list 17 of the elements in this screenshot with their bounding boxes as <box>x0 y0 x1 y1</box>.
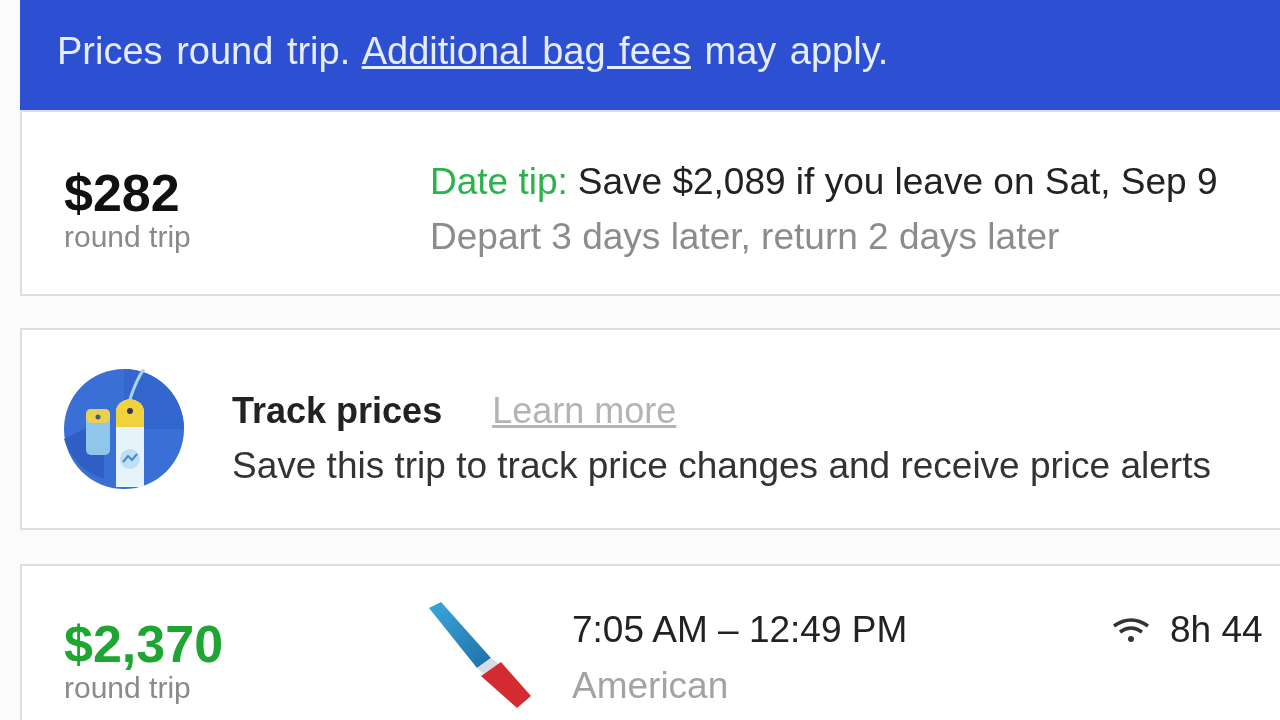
date-tip-detail: Depart 3 days later, return 2 days later <box>430 215 1061 259</box>
price-note: round trip <box>64 221 192 253</box>
flight-times: 7:05 AM – 12:49 PM <box>572 608 909 652</box>
airline-name: American <box>572 664 730 708</box>
flight-price: $2,370 <box>64 616 225 672</box>
track-prices-title: Track prices <box>232 389 443 433</box>
price-tags-icon <box>64 369 184 489</box>
price-note: round trip <box>64 672 192 704</box>
flight-duration: 8h 44 <box>1170 609 1263 651</box>
airline-logo-icon <box>427 602 533 708</box>
date-tip-label: Date tip: <box>430 160 568 204</box>
track-prices-description: Save this trip to track price changes and receive price alerts <box>232 444 1211 488</box>
price-text: $282 <box>64 165 181 221</box>
price-notice: Prices round trip. Additional bag fees may apply. <box>57 29 889 73</box>
bag-fees-link[interactable]: Additional bag fees <box>361 29 691 72</box>
flight-result-card[interactable]: $2,370 round trip 7:05 AM – 12:49 PM American 8h 44 <box>20 564 1280 720</box>
date-tip-text: Save $2,089 if you leave on Sat, Sep 9 <box>577 160 1218 204</box>
